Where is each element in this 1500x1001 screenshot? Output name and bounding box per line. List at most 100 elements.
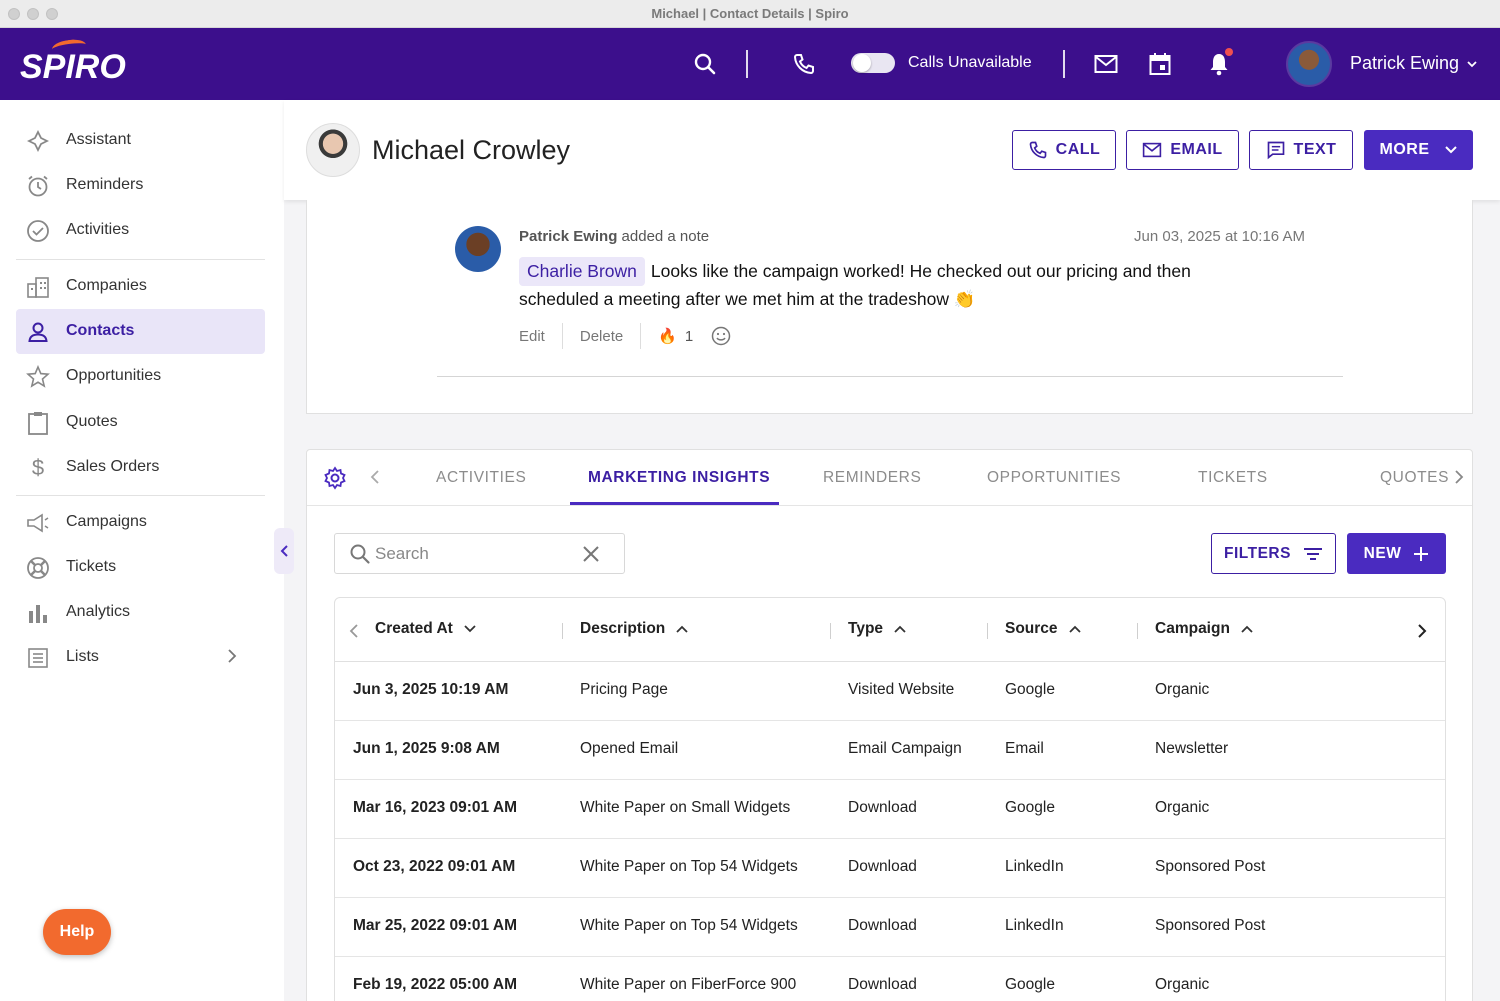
sidebar-item-quotes[interactable]: Quotes <box>16 400 265 445</box>
call-button-label: CALL <box>1055 141 1101 158</box>
note-actions: Edit Delete 🔥 1 <box>519 323 731 349</box>
clear-search-icon[interactable] <box>581 544 601 569</box>
tabs-scroll-left-icon[interactable] <box>369 469 381 490</box>
cell-created-at: Jun 3, 2025 10:19 AM <box>353 681 509 698</box>
chevron-right-icon <box>226 648 238 669</box>
cell-type: Download <box>848 917 917 934</box>
note-divider <box>437 376 1343 377</box>
more-button-label: MORE <box>1379 141 1430 158</box>
sidebar-item-opportunities[interactable]: Opportunities <box>16 354 265 399</box>
sort-asc-icon <box>1241 625 1253 633</box>
email-button[interactable]: EMAIL <box>1126 130 1239 170</box>
column-separator <box>1137 623 1138 639</box>
cell-type: Download <box>848 799 917 816</box>
settings-gear-icon[interactable] <box>323 466 347 495</box>
column-header-description[interactable]: Description <box>580 620 689 638</box>
actions-divider <box>561 323 563 349</box>
cell-type: Email Campaign <box>848 740 962 757</box>
table-row[interactable]: Oct 23, 2022 09:01 AM White Paper on Top… <box>335 839 1445 898</box>
search-input[interactable]: Search <box>334 533 625 574</box>
sidebar-item-reminders[interactable]: Reminders <box>16 163 265 208</box>
new-button-label: NEW <box>1363 544 1402 562</box>
sort-asc-icon <box>1068 625 1081 633</box>
chevron-down-icon <box>1444 146 1457 154</box>
contact-name: Michael Crowley <box>372 135 571 165</box>
sidebar-item-companies[interactable]: Companies <box>16 264 265 309</box>
sidebar-item-lists[interactable]: Lists <box>16 635 265 680</box>
message-icon <box>1267 141 1284 160</box>
user-avatar[interactable] <box>1286 41 1332 87</box>
filters-button[interactable]: FILTERS <box>1211 533 1336 574</box>
sidebar-item-campaigns[interactable]: Campaigns <box>16 500 265 545</box>
sidebar-item-label: Campaigns <box>66 513 147 530</box>
list-icon <box>26 646 50 670</box>
text-button[interactable]: TEXT <box>1249 130 1353 170</box>
tabs-scroll-right-icon[interactable] <box>1453 469 1465 490</box>
column-label: Description <box>580 620 666 637</box>
tab-marketing-insights[interactable]: MARKETING INSIGHTS <box>588 469 770 487</box>
table-row[interactable]: Jun 3, 2025 10:19 AM Pricing Page Visite… <box>335 662 1445 721</box>
note-body: Charlie Brown Looks like the campaign wor… <box>519 257 1259 313</box>
call-button[interactable]: CALL <box>1012 130 1116 170</box>
spiro-logo[interactable]: SPIRO <box>20 48 126 87</box>
chevron-down-icon <box>1467 61 1477 68</box>
search-icon[interactable] <box>691 50 719 78</box>
plus-icon <box>1414 546 1429 561</box>
contact-header: Michael Crowley CALL EMAIL TEXT MORE <box>284 100 1500 200</box>
help-button[interactable]: Help <box>43 909 111 955</box>
tab-quotes[interactable]: QUOTES <box>1380 469 1449 487</box>
sidebar-item-contacts[interactable]: Contacts <box>16 309 265 354</box>
add-reaction-icon[interactable] <box>711 326 731 346</box>
tab-tickets[interactable]: TICKETS <box>1198 469 1268 487</box>
table-scroll-right-icon[interactable] <box>1417 623 1427 644</box>
edit-note-link[interactable]: Edit <box>519 328 545 345</box>
phone-icon[interactable] <box>790 50 818 78</box>
column-separator <box>987 623 988 639</box>
user-menu[interactable]: Patrick Ewing <box>1350 53 1478 74</box>
marketing-insights-table: Created At Description Type Source Campa… <box>334 597 1446 1001</box>
table-row[interactable]: Mar 16, 2023 09:01 AM White Paper on Sma… <box>335 780 1445 839</box>
sidebar-item-tickets[interactable]: Tickets <box>16 545 265 590</box>
note-timestamp: Jun 03, 2025 at 10:16 AM <box>1134 228 1305 245</box>
note-author-line: Patrick Ewing added a note <box>519 228 709 245</box>
related-records-panel: ACTIVITIES MARKETING INSIGHTS REMINDERS … <box>306 449 1473 1001</box>
table-row[interactable]: Mar 25, 2022 09:01 AM White Paper on Top… <box>335 898 1445 957</box>
sidebar-item-label: Analytics <box>66 603 131 620</box>
mention-chip[interactable]: Charlie Brown <box>519 257 645 286</box>
sidebar-item-activities[interactable]: Activities <box>16 208 265 253</box>
collapse-sidebar-button[interactable] <box>274 528 294 574</box>
sidebar-item-sales-orders[interactable]: $ Sales Orders <box>16 445 265 490</box>
reaction-fire[interactable]: 🔥 1 <box>658 327 693 346</box>
new-record-button[interactable]: NEW <box>1347 533 1446 574</box>
more-button[interactable]: MORE <box>1364 130 1473 170</box>
filter-icon <box>1303 547 1322 560</box>
email-button-label: EMAIL <box>1170 141 1223 158</box>
column-header-created-at[interactable]: Created At <box>375 620 477 638</box>
tab-bar: ACTIVITIES MARKETING INSIGHTS REMINDERS … <box>307 450 1472 506</box>
table-row[interactable]: Jun 1, 2025 9:08 AM Opened Email Email C… <box>335 721 1445 780</box>
calendar-icon[interactable] <box>1146 50 1174 78</box>
sort-desc-icon <box>464 625 476 633</box>
filters-button-label: FILTERS <box>1224 544 1291 562</box>
sidebar-divider <box>16 495 265 496</box>
column-label: Campaign <box>1155 620 1230 637</box>
column-header-campaign[interactable]: Campaign <box>1155 620 1254 638</box>
table-scroll-left-icon[interactable] <box>349 623 359 644</box>
cell-campaign: Organic <box>1155 799 1210 816</box>
table-row[interactable]: Feb 19, 2022 05:00 AM White Paper on Fib… <box>335 957 1445 1001</box>
sidebar-item-assistant[interactable]: Assistant <box>16 118 265 163</box>
calls-availability-toggle[interactable] <box>851 53 895 73</box>
tab-reminders[interactable]: REMINDERS <box>823 469 921 487</box>
sidebar-item-analytics[interactable]: Analytics <box>16 590 265 635</box>
column-header-type[interactable]: Type <box>848 620 907 638</box>
cell-campaign: Organic <box>1155 681 1210 698</box>
cell-type: Download <box>848 976 917 993</box>
cell-description: Pricing Page <box>580 681 668 698</box>
delete-note-link[interactable]: Delete <box>580 328 623 345</box>
tab-activities[interactable]: ACTIVITIES <box>436 469 526 487</box>
sidebar-item-label: Contacts <box>66 322 135 339</box>
column-header-source[interactable]: Source <box>1005 620 1082 638</box>
tab-opportunities[interactable]: OPPORTUNITIES <box>987 469 1121 487</box>
mail-icon[interactable] <box>1092 50 1120 78</box>
contact-avatar <box>306 123 360 177</box>
